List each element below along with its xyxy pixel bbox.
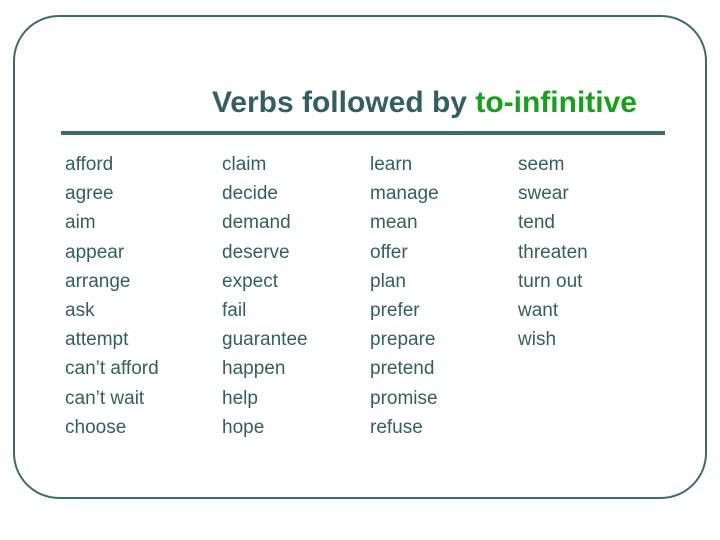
verb-item: deserve (222, 241, 290, 263)
verb-item: learn (370, 154, 413, 175)
verb-column-3: learn manage mean offer plan prefer prepare pre… (370, 150, 439, 442)
verb-item: want (518, 300, 559, 322)
verb-item: prefer (370, 300, 420, 322)
verb-item: tend (518, 212, 555, 234)
verb-item: attempt (65, 329, 129, 351)
verb-item: choose (65, 416, 127, 438)
bottom-border-notch-2 (378, 492, 381, 497)
verb-item: can’t wait (65, 387, 145, 409)
verb-item: plan (370, 270, 406, 292)
verb-item: refuse (370, 416, 423, 438)
verb-item: claim (222, 154, 267, 175)
verb-item: aim (65, 212, 96, 234)
slide-title-main: Verbs followed by (211, 86, 476, 119)
slide-title: Verbs followed by to-infinitive (61, 86, 637, 120)
verb-item: appear (65, 241, 125, 263)
verb-column-4: seem swear tend threaten turn out want wish (518, 150, 588, 354)
verb-item: wish (518, 329, 557, 351)
verb-item: expect (222, 270, 278, 292)
verb-column-2: claim decide demand deserve expect fail guaran… (222, 150, 308, 442)
verb-item: arrange (65, 270, 131, 292)
verb-item: manage (370, 183, 439, 205)
verb-item: ask (65, 300, 95, 322)
verb-item: guarantee (222, 329, 308, 351)
bottom-border-notch-1 (228, 492, 231, 497)
verb-item: can’t afford (65, 358, 159, 380)
verb-item: seem (518, 154, 565, 175)
slide-title-accent: to-infinitive (475, 86, 637, 119)
slide-canvas: Verbs followed by to-infinitive afford ag… (0, 0, 720, 540)
verb-item: turn out (518, 270, 583, 292)
bottom-border-notch-3 (524, 492, 527, 497)
verb-item: help (222, 387, 258, 409)
verb-item: afford (65, 154, 114, 175)
verb-item: hope (222, 416, 265, 438)
verb-item: decide (222, 183, 278, 205)
verb-item: pretend (370, 358, 435, 380)
verb-item: threaten (518, 241, 588, 263)
verb-item: agree (65, 183, 114, 205)
verb-item: swear (518, 183, 569, 205)
verb-item: demand (222, 212, 291, 234)
verb-item: mean (370, 212, 418, 234)
verb-columns: afford agree aim appear arrange ask attempt can… (0, 150, 720, 450)
verb-item: promise (370, 387, 438, 409)
verb-item: happen (222, 358, 286, 380)
verb-item: offer (370, 241, 408, 263)
verb-item: fail (222, 300, 247, 322)
verb-item: prepare (370, 329, 436, 351)
verb-column-1: afford agree aim appear arrange ask attempt can… (65, 150, 159, 442)
title-underline-rule (61, 131, 665, 135)
